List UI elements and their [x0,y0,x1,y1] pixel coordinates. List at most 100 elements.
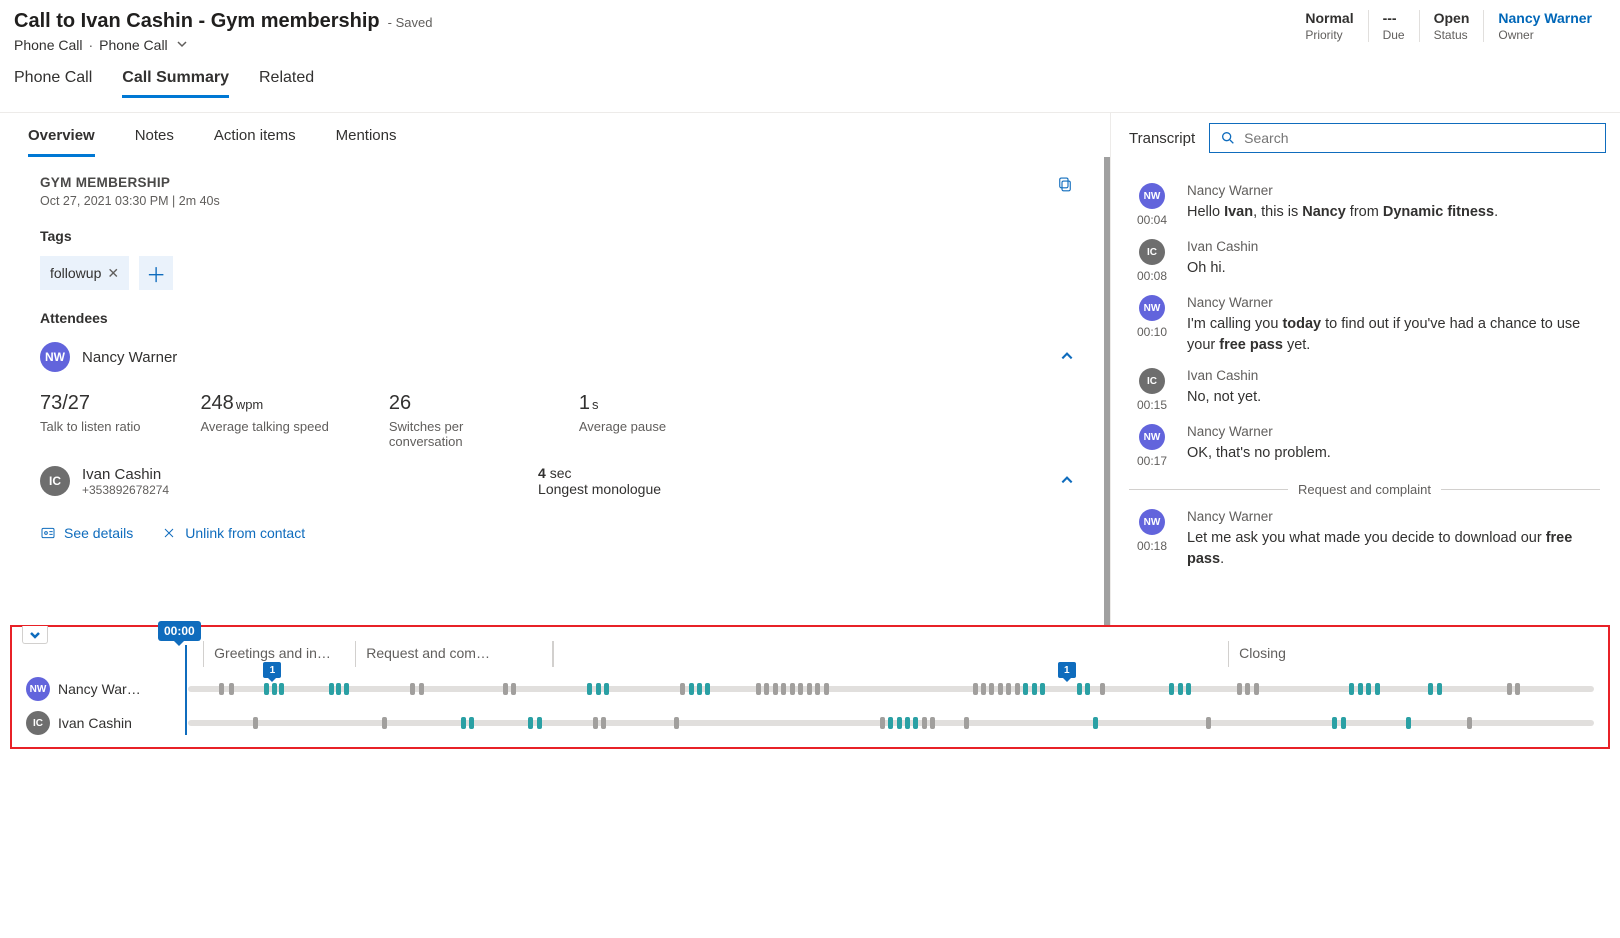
avatar: NW [26,677,50,701]
timeline-speaker-label: NWNancy War… [26,677,176,701]
avatar: IC [26,711,50,735]
main-tab[interactable]: Call Summary [122,69,229,98]
transcript-text: No, not yet. [1187,387,1600,408]
timeline-rows: NWNancy War… 11 ICIvan Cashin [26,677,1594,735]
unlink-contact-link[interactable]: Unlink from contact [161,525,305,541]
talk-blip [697,683,702,695]
playhead-line[interactable] [185,645,187,735]
talk-blip [773,683,778,695]
transcript-heading: Transcript [1129,130,1195,147]
chevron-up-icon[interactable] [1060,473,1074,490]
transcript-entry[interactable]: IC 00:15 Ivan Cashin No, not yet. [1129,368,1600,412]
talk-blip [469,717,474,729]
avatar: NW [1139,509,1165,535]
dot-icon: · [89,37,94,53]
insight-marker[interactable]: 1 [263,662,281,678]
transcript-entry[interactable]: NW 00:18 Nancy Warner Let me ask you wha… [1129,509,1600,570]
talk-blip [756,683,761,695]
talk-blip [229,683,234,695]
talk-blip [815,683,820,695]
transcript-speaker: Ivan Cashin [1187,368,1600,383]
talk-blip [989,683,994,695]
avatar: NW [1139,183,1165,209]
transcript-text: Hello Ivan, this is Nancy from Dynamic f… [1187,202,1600,223]
avatar: IC [40,466,70,496]
talk-blip [419,683,424,695]
call-metadata: Oct 27, 2021 03:30 PM | 2m 40s [40,194,220,208]
add-tag-button[interactable]: ＋ [139,256,173,290]
avatar: IC [1139,239,1165,265]
talk-blip [1428,683,1433,695]
talk-blip [587,683,592,695]
form-name: Phone Call [99,37,168,53]
timeline-speaker-label: ICIvan Cashin [26,711,176,735]
talk-blip [1178,683,1183,695]
transcript-time: 00:17 [1137,454,1167,468]
talk-blip [1077,683,1082,695]
playhead-time[interactable]: 00:00 [158,621,201,641]
attendee-header[interactable]: NW Nancy Warner [40,342,1074,372]
segment-divider [1228,641,1230,667]
talk-blip [528,717,533,729]
entity-breadcrumb[interactable]: Phone Call · Phone Call [14,37,432,53]
talk-blip [1245,683,1250,695]
avatar: NW [40,342,70,372]
header-field-label: Status [1434,28,1470,42]
talk-blip [922,717,927,729]
talk-blip [798,683,803,695]
subtab[interactable]: Overview [28,127,95,157]
talk-blip [219,683,224,695]
transcript-speaker: Ivan Cashin [1187,239,1600,254]
segment-label: Closing [1239,645,1584,661]
see-details-link[interactable]: See details [40,525,133,541]
talk-blip [807,683,812,695]
talk-blip [1406,717,1411,729]
chevron-down-icon[interactable] [176,37,188,53]
timeline-track[interactable]: 11 [188,686,1594,692]
collapse-timeline-button[interactable] [22,626,48,644]
tag-label: followup [50,265,101,281]
talk-blip [1006,683,1011,695]
talk-blip [1023,683,1028,695]
attendee-block: NW Nancy Warner 73/27Talk to listen rati… [40,342,1074,449]
talk-blip [930,717,935,729]
talk-blip [601,717,606,729]
talk-blip [705,683,710,695]
transcript-entry[interactable]: NW 00:17 Nancy Warner OK, that's no prob… [1129,424,1600,468]
subtab[interactable]: Action items [214,127,296,157]
timeline-track[interactable] [188,720,1594,726]
talk-blip [503,683,508,695]
subtab[interactable]: Mentions [336,127,397,157]
chevron-up-icon[interactable] [1060,349,1074,366]
segment-divider [355,641,357,667]
talk-blip [880,717,885,729]
transcript-entry[interactable]: NW 00:10 Nancy Warner I'm calling you to… [1129,295,1600,356]
segment-label: Greetings and in… [214,645,341,661]
transcript-entry[interactable]: IC 00:08 Ivan Cashin Oh hi. [1129,239,1600,283]
transcript-entry[interactable]: NW 00:04 Nancy Warner Hello Ivan, this i… [1129,183,1600,227]
transcript-section-divider: Request and complaint [1129,482,1600,497]
talk-blip [537,717,542,729]
attendees-label: Attendees [40,310,1074,326]
transcript-list: NW 00:04 Nancy Warner Hello Ivan, this i… [1111,163,1620,570]
talk-blip [344,683,349,695]
search-input[interactable] [1244,130,1595,146]
insight-marker[interactable]: 1 [1058,662,1076,678]
talk-blip [981,683,986,695]
copy-icon[interactable] [1056,175,1074,196]
main-tab[interactable]: Related [259,69,314,98]
talk-blip [824,683,829,695]
subtab[interactable]: Notes [135,127,174,157]
header-field[interactable]: Nancy WarnerOwner [1483,10,1606,42]
remove-tag-icon[interactable]: ✕ [107,265,119,282]
talk-blip [781,683,786,695]
main-tab[interactable]: Phone Call [14,69,92,98]
talk-blip [1093,717,1098,729]
talk-blip [1085,683,1090,695]
talk-blip [897,717,902,729]
metric: 73/27Talk to listen ratio [40,392,140,449]
transcript-search[interactable] [1209,123,1606,153]
tag-chip[interactable]: followup ✕ [40,256,129,290]
talk-blip [1100,683,1105,695]
attendee-header[interactable]: IC Ivan Cashin +353892678274 4 secLonges… [40,465,1074,497]
